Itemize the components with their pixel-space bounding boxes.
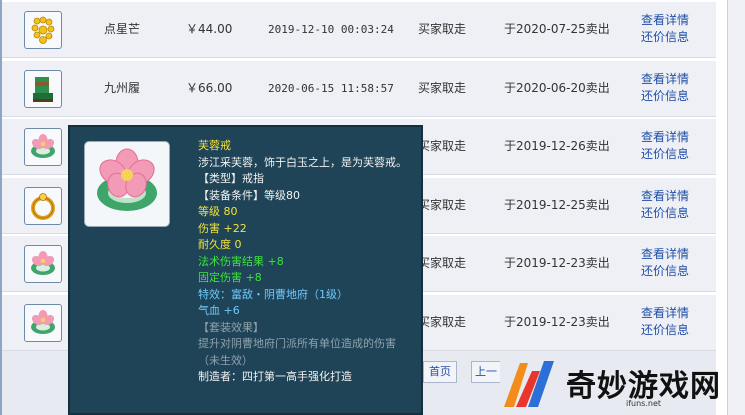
counter-offer-link[interactable]: 还价信息 (641, 263, 689, 280)
price-cell: ￥44.00 (186, 22, 233, 36)
price-cell: ￥66.00 (186, 80, 233, 95)
item-name-cell: 点星芒 (104, 22, 141, 36)
listed-time-cell: 2019-12-10 00:03:24 (268, 23, 394, 36)
sold-date-cell: 于2019-12-23卖出 (504, 314, 610, 329)
row-actions: 查看详情 还价信息 (641, 71, 689, 105)
item-description: 涉江采芙蓉，饰于白玉之上，是为芙蓉戒。 (198, 155, 407, 169)
status-cell: 买家取走 (418, 139, 467, 153)
table-row: 九州履 ￥66.00 2020-06-15 11:58:57 买家取走 于2020-06… (2, 60, 716, 117)
item-name: 芙蓉戒 (198, 139, 231, 152)
jade-flower-ring-icon[interactable] (24, 303, 62, 342)
table-row: 点星芒 ￥44.00 2019-12-10 00:03:24 买家取走 于2020-07… (2, 2, 716, 58)
jade-flower-ring-icon[interactable] (24, 245, 62, 283)
status-cell: 买家取走 (418, 256, 467, 270)
status-cell: 买家取走 (418, 197, 467, 212)
status-cell: 买家取走 (418, 22, 467, 36)
row-actions: 查看详情 还价信息 (641, 129, 689, 163)
jade-flower-ring-icon[interactable] (24, 128, 62, 166)
site-watermark: 奇妙游戏网 ifuns.net (484, 349, 745, 415)
jade-flower-ring-icon (84, 141, 170, 227)
item-requirement: 【装备条件】等级80 (198, 188, 300, 202)
row-actions: 查看详情 还价信息 (641, 305, 689, 339)
counter-offer-link[interactable]: 还价信息 (641, 29, 689, 46)
green-boots-icon[interactable] (24, 69, 62, 108)
gold-bead-necklace-icon[interactable] (24, 11, 62, 49)
view-details-link[interactable]: 查看详情 (641, 305, 689, 322)
item-durability: 耐久度 0 (198, 238, 242, 251)
view-details-link[interactable]: 查看详情 (641, 129, 689, 146)
item-maker: 制造者：四打第一高手强化打造 (198, 370, 352, 383)
item-damage: 伤害 +22 (198, 221, 247, 235)
watermark-logo-icon (504, 361, 554, 407)
sold-date-cell: 于2020-07-25卖出 (504, 22, 610, 36)
item-hp: 气血 +6 (198, 304, 240, 317)
status-cell: 买家取走 (418, 80, 467, 95)
sold-date-cell: 于2019-12-25卖出 (504, 197, 610, 212)
listed-time-cell: 2020-06-15 11:58:57 (268, 81, 394, 95)
item-type: 【类型】戒指 (198, 172, 264, 185)
item-spell-result: 法术伤害结果 +8 (198, 254, 284, 268)
item-tooltip: 芙蓉戒 涉江采芙蓉，饰于白玉之上，是为芙蓉戒。 【类型】戒指 【装备条件】等级8… (68, 125, 423, 415)
view-details-link[interactable]: 查看详情 (641, 188, 689, 205)
counter-offer-link[interactable]: 还价信息 (641, 205, 689, 222)
sold-date-cell: 于2019-12-26卖出 (504, 139, 610, 153)
sold-date-cell: 于2020-06-20卖出 (504, 80, 610, 95)
item-effect: 特效：富敌・阴曹地府（1级） (198, 287, 348, 301)
item-fixed-damage: 固定伤害 +8 (198, 271, 262, 284)
row-actions: 查看详情 还价信息 (641, 188, 689, 222)
view-details-link[interactable]: 查看详情 (641, 71, 689, 88)
sold-date-cell: 于2019-12-23卖出 (504, 256, 610, 270)
counter-offer-link[interactable]: 还价信息 (641, 322, 689, 339)
watermark-domain: ifuns.net (626, 399, 662, 408)
counter-offer-link[interactable]: 还价信息 (641, 146, 689, 163)
item-level: 等级 80 (198, 205, 238, 218)
row-actions: 查看详情 还价信息 (641, 12, 689, 46)
row-actions: 查看详情 还价信息 (641, 246, 689, 280)
set-effect-title: 【套装效果】 (198, 320, 264, 334)
view-details-link[interactable]: 查看详情 (641, 246, 689, 263)
counter-offer-link[interactable]: 还价信息 (641, 88, 689, 105)
item-name-cell: 九州履 (104, 80, 141, 95)
view-details-link[interactable]: 查看详情 (641, 12, 689, 29)
tooltip-text: 芙蓉戒 涉江采芙蓉，饰于白玉之上，是为芙蓉戒。 【类型】戒指 【装备条件】等级8… (198, 138, 408, 386)
set-effect-desc: 提升对阴曹地府门派所有单位造成的伤害（未生效） (198, 337, 396, 367)
gold-ring-icon[interactable] (24, 186, 62, 225)
first-page-button[interactable]: 首页 (423, 361, 457, 383)
status-cell: 买家取走 (418, 314, 467, 329)
